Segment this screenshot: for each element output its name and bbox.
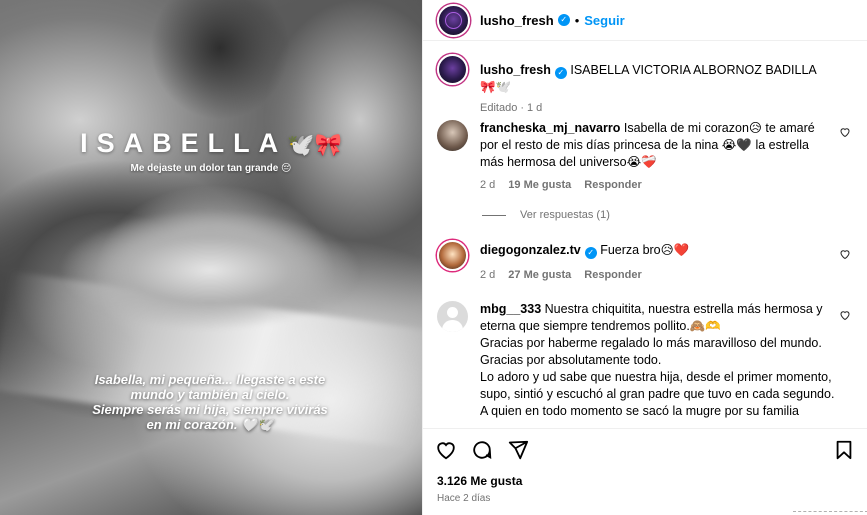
comment-text-line: Lo adoro y ud sabe que nuestra hija, des… (480, 370, 835, 401)
likes-count[interactable]: 3.126 Me gusta (437, 474, 522, 488)
photo-caption-line: mundo y también al cielo. (130, 387, 290, 402)
caption-body: lusho_fresh ✓ ISABELLA VICTORIA ALBORNOZ … (480, 54, 857, 117)
caption-avatar[interactable] (437, 54, 468, 85)
comment-input-divider (793, 511, 867, 515)
verified-badge-icon: ✓ (557, 14, 570, 26)
comment-likes[interactable]: 27 Me gusta (508, 269, 571, 281)
comment-time: 2 d (480, 269, 496, 281)
caption-username[interactable]: lusho_fresh (480, 63, 551, 77)
follow-button[interactable]: Seguir (584, 13, 624, 28)
commenter-avatar[interactable] (437, 240, 468, 271)
avatar-ring (445, 11, 462, 29)
post-date: Hace 2 días (437, 493, 491, 504)
commenter-avatar[interactable] (437, 120, 468, 151)
comment-text-line: Gracias por haberme regalado lo más mara… (480, 336, 822, 350)
comment-meta: 2 d 27 Me gusta Responder (480, 267, 835, 284)
post-actions-bar (423, 428, 867, 468)
photo-title-text: ISABELLA (80, 128, 288, 158)
default-avatar-body (442, 320, 463, 332)
reply-button[interactable]: Responder (584, 179, 641, 191)
comment-meta: 2 d 19 Me gusta Responder (480, 177, 835, 194)
comment-username[interactable]: diegogonzalez.tv (480, 243, 581, 257)
bookmark-icon[interactable] (833, 439, 855, 461)
caption-meta: Editado · 1 d (480, 100, 835, 117)
post-header: lusho_fresh ✓ • Seguir (423, 0, 867, 41)
photo-title: ISABELLA🕊️🎀 (0, 128, 422, 159)
comment-row: mbg__333 Nuestra chiquitita, nuestra est… (437, 301, 857, 420)
reply-button[interactable]: Responder (584, 269, 641, 281)
header-separator: • (574, 12, 580, 28)
photo-caption: Isabella, mi pequeña... llegaste a este … (40, 372, 380, 432)
comment-text-line: A quien en todo momento se sacó la mugre… (480, 404, 799, 418)
comment-username[interactable]: francheska_mj_navarro (480, 121, 620, 135)
comment-body: mbg__333 Nuestra chiquitita, nuestra est… (480, 301, 857, 420)
caption-time: 1 d (526, 102, 543, 114)
comment-username[interactable]: mbg__333 (480, 302, 541, 316)
comment-time: 2 d (480, 179, 496, 191)
author-username[interactable]: lusho_fresh (480, 13, 554, 28)
share-icon[interactable] (507, 439, 529, 461)
caption-edited: Editado (480, 102, 518, 114)
heart-icon[interactable] (839, 309, 851, 324)
comment-text: Fuerza bro😥❤️ (600, 243, 690, 257)
default-avatar-head (447, 307, 458, 318)
photo-caption-line: en mi corazón. 🤍🕊️ (146, 417, 274, 432)
comment-row: francheska_mj_navarro Isabella de mi cor… (437, 120, 857, 194)
verified-badge-icon: ✓ (554, 67, 567, 79)
post-side-panel: lusho_fresh ✓ • Seguir lusho_fresh ✓ ISAB… (422, 0, 867, 515)
photo-title-emoji: 🕊️🎀 (287, 132, 342, 157)
heart-icon[interactable] (839, 248, 851, 263)
comment-body: diegogonzalez.tv ✓ Fuerza bro😥❤️ 2 d 27 Me… (480, 240, 857, 284)
view-replies-button[interactable]: Ver respuestas (1) (482, 209, 610, 221)
heart-icon[interactable] (839, 126, 851, 141)
photo-baby-hand (60, 200, 360, 340)
photo-caption-line: Isabella, mi pequeña... llegaste a este (94, 372, 326, 387)
comment-likes[interactable]: 19 Me gusta (508, 179, 571, 191)
commenter-avatar[interactable] (437, 301, 468, 332)
comment-row: diegogonzalez.tv ✓ Fuerza bro😥❤️ 2 d 27 Me… (437, 240, 857, 284)
view-replies-label: Ver respuestas (1) (520, 209, 610, 221)
replies-line (482, 214, 506, 216)
comment-body: francheska_mj_navarro Isabella de mi cor… (480, 120, 857, 194)
caption-meta-dot: · (520, 102, 524, 114)
caption-row: lusho_fresh ✓ ISABELLA VICTORIA ALBORNOZ … (437, 54, 857, 117)
photo-shadow (150, 0, 290, 120)
comments-list[interactable]: lusho_fresh ✓ ISABELLA VICTORIA ALBORNOZ … (423, 42, 867, 427)
comment-text-line: Gracias por absolutamente todo. (480, 353, 662, 367)
post-photo[interactable]: ISABELLA🕊️🎀 Me dejaste un dolor tan gran… (0, 0, 422, 515)
photo-caption-line: Siempre serás mi hija, siempre vivirás (92, 402, 328, 417)
comment-icon[interactable] (471, 439, 493, 461)
verified-badge-icon: ✓ (584, 247, 597, 259)
photo-subtitle: Me dejaste un dolor tan grande 😔 (130, 163, 292, 174)
like-heart-icon[interactable] (435, 439, 457, 461)
author-avatar[interactable] (437, 3, 470, 37)
